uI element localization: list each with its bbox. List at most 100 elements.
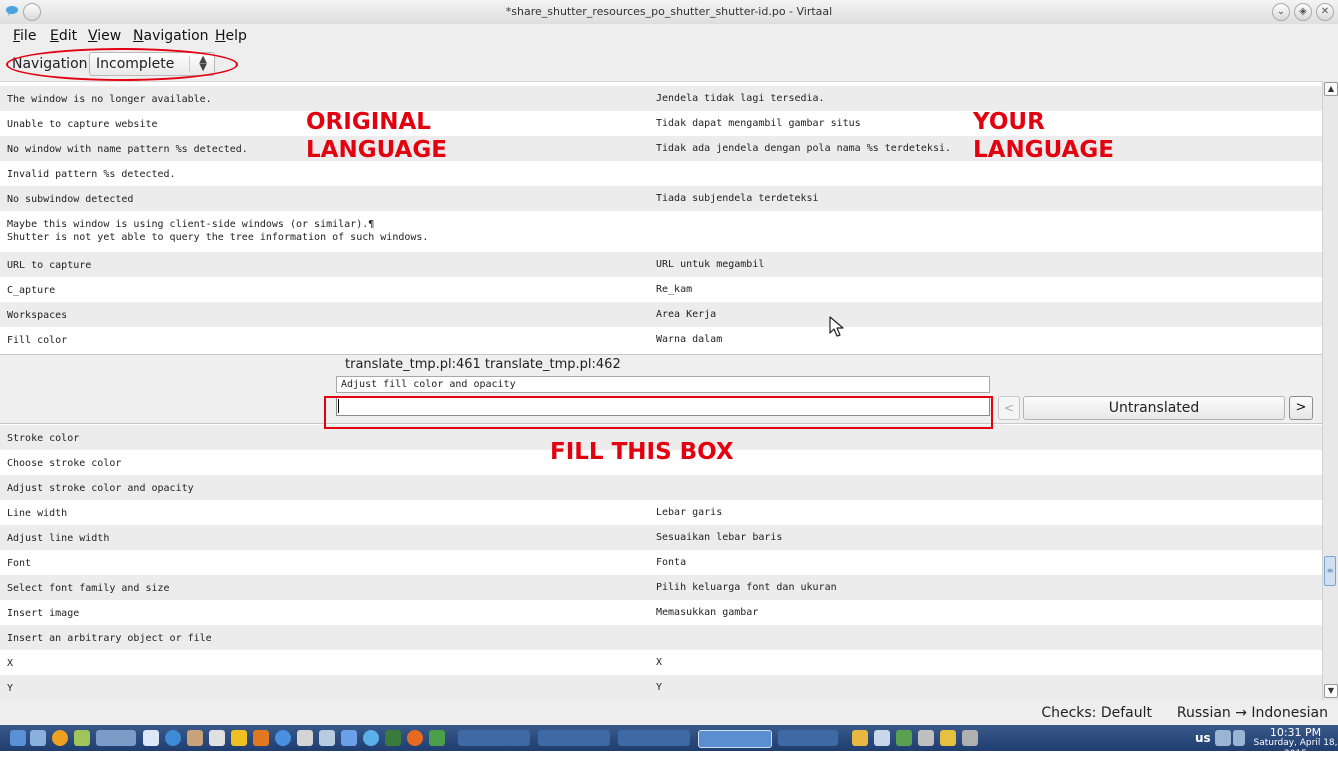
scroll-down-icon[interactable]: ▼ [1324, 684, 1338, 698]
tray-icon[interactable] [918, 730, 934, 746]
menu-edit[interactable]: Edit [50, 28, 77, 44]
unit-row[interactable]: Insert image Memasukkan gambar [0, 600, 1322, 625]
checks-status[interactable]: Checks: Default [1041, 705, 1152, 721]
unit-target: Warna dalam [656, 334, 723, 345]
launcher-icon[interactable] [30, 730, 46, 746]
task-button[interactable] [778, 730, 838, 746]
launcher-icon[interactable] [253, 730, 269, 746]
unit-row[interactable]: Select font family and size Pilih keluar… [0, 575, 1322, 600]
next-state-button[interactable]: > [1289, 396, 1313, 420]
menu-file[interactable]: File [13, 28, 36, 44]
unit-row[interactable]: URL to capture URL untuk megambil [0, 252, 1322, 277]
unit-target: Tiada subjendela terdeteksi [656, 193, 819, 204]
unit-row[interactable]: Unable to capture website Tidak dapat me… [0, 111, 1322, 136]
navigation-highlight-oval [6, 48, 238, 81]
unit-row[interactable]: Insert an arbitrary object or file [0, 625, 1322, 650]
firefox-icon[interactable] [407, 730, 423, 746]
unit-source: Insert an arbitrary object or file [7, 633, 212, 644]
language-pair[interactable]: Russian → Indonesian [1177, 705, 1328, 721]
mouse-pointer-icon [829, 316, 844, 337]
unit-source: Stroke color [7, 433, 80, 444]
unit-target: Re_kam [656, 284, 693, 295]
menu-navigation[interactable]: Navigation [133, 28, 209, 44]
tray-icon[interactable] [852, 730, 868, 746]
status-bar: Checks: Default Russian → Indonesian [0, 700, 1338, 725]
unit-row[interactable]: C_apture Re_kam [0, 277, 1322, 302]
launcher-icon[interactable] [275, 730, 291, 746]
launcher-icon[interactable] [209, 730, 225, 746]
tray-icon[interactable] [874, 730, 890, 746]
unit-row[interactable]: Font Fonta [0, 550, 1322, 575]
unit-target: Y [656, 682, 663, 693]
scrollbar-thumb[interactable]: ≡ [1324, 556, 1336, 586]
annotation-original-line2: LANGUAGE [306, 137, 447, 163]
tray-icon[interactable] [940, 730, 956, 746]
unit-source: Maybe this window is using client-side w… [7, 219, 429, 243]
scissors-icon[interactable] [962, 730, 978, 746]
scroll-up-icon[interactable]: ▲ [1324, 82, 1338, 96]
unit-row[interactable]: No window with name pattern %s detected.… [0, 136, 1322, 161]
unit-target: Sesuaikan lebar baris [656, 532, 783, 543]
unit-source: X [7, 658, 14, 669]
editor-source-text: Adjust fill color and opacity [336, 376, 990, 393]
launcher-icon[interactable] [429, 730, 445, 746]
annotation-fill-this-box: FILL THIS BOX [550, 439, 734, 465]
launcher-icon[interactable] [74, 730, 90, 746]
annotation-original-language: ORIGINAL LANGUAGE [306, 108, 447, 164]
unit-source: No subwindow detected [7, 194, 134, 205]
translation-state-button[interactable]: Untranslated [1023, 396, 1285, 420]
launcher-icon[interactable] [385, 730, 401, 746]
download-icon[interactable] [341, 730, 357, 746]
task-button[interactable] [538, 730, 610, 746]
annotation-your-line2: LANGUAGE [973, 137, 1114, 163]
unit-row[interactable]: Workspaces Area Kerja [0, 302, 1322, 327]
clock[interactable]: 10:31 PM Saturday, April 18, 2015 [1253, 727, 1338, 760]
unit-source: Adjust line width [7, 533, 110, 544]
unit-row[interactable]: Adjust line width Sesuaikan lebar baris [0, 525, 1322, 550]
unit-row[interactable]: Line width Lebar garis [0, 500, 1322, 525]
launcher-icon[interactable] [231, 730, 247, 746]
terminal-icon[interactable] [297, 730, 313, 746]
launcher-icon[interactable] [363, 730, 379, 746]
workspace-switcher-icon[interactable] [96, 730, 136, 746]
unit-target: Jendela tidak lagi tersedia. [656, 93, 825, 104]
launcher-icon[interactable] [319, 730, 335, 746]
browser-icon[interactable] [165, 730, 181, 746]
menu-help[interactable]: Help [215, 28, 247, 44]
unit-row[interactable]: No subwindow detected Tiada subjendela t… [0, 186, 1322, 211]
maximize-icon[interactable]: ◈ [1294, 3, 1312, 21]
vertical-scrollbar[interactable]: ▲ ≡ ▼ [1322, 81, 1338, 700]
menu-view[interactable]: View [88, 28, 121, 44]
fill-box-highlight-rect [324, 396, 993, 429]
taskbar: us 10:31 PM Saturday, April 18, 2015 [0, 725, 1338, 759]
annotation-your-line1: YOUR [973, 109, 1045, 135]
unit-target: Tidak ada jendela dengan pola nama %s te… [656, 143, 952, 154]
minimize-icon[interactable]: ⌄ [1272, 3, 1290, 21]
keyboard-layout[interactable]: us [1195, 731, 1211, 745]
task-button[interactable] [618, 730, 690, 746]
start-menu-icon[interactable] [10, 730, 26, 746]
launcher-icon[interactable] [187, 730, 203, 746]
unit-target: Memasukkan gambar [656, 607, 759, 618]
network-icon[interactable] [1233, 730, 1245, 746]
unit-row[interactable]: Fill color Warna dalam [0, 327, 1322, 354]
tray-icon[interactable] [896, 730, 912, 746]
file-manager-icon[interactable] [143, 730, 159, 746]
unit-row[interactable]: Invalid pattern %s detected. [0, 161, 1322, 186]
unit-row[interactable]: The window is no longer available. Jende… [0, 86, 1322, 111]
unit-row[interactable]: Y Y [0, 675, 1322, 700]
unit-source: Select font family and size [7, 583, 170, 594]
unit-row[interactable]: X X [0, 650, 1322, 675]
volume-icon[interactable] [1215, 730, 1231, 746]
unit-source: Line width [7, 508, 68, 519]
window-title: *share_shutter_resources_po_shutter_shut… [505, 5, 833, 18]
task-button[interactable] [458, 730, 530, 746]
close-icon[interactable]: ✕ [1316, 3, 1334, 21]
title-bar: *share_shutter_resources_po_shutter_shut… [0, 0, 1338, 25]
unit-source: Workspaces [7, 310, 68, 321]
unit-row[interactable]: Maybe this window is using client-side w… [0, 211, 1322, 252]
previous-state-button[interactable]: < [998, 396, 1020, 420]
task-button-active[interactable] [698, 730, 772, 748]
unit-row[interactable]: Adjust stroke color and opacity [0, 475, 1322, 500]
launcher-icon[interactable] [52, 730, 68, 746]
